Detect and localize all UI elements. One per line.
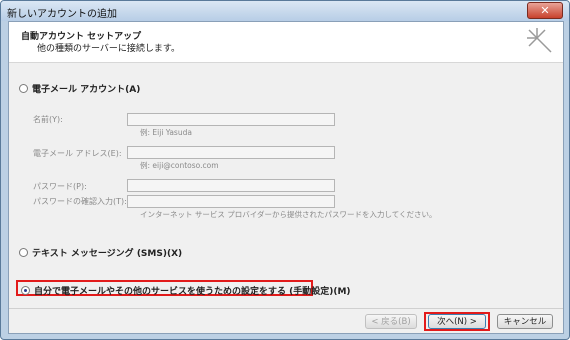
manual-setup-label: 自分で電子メールやその他のサービスを使うための設定をする (手動設定)(M): [34, 287, 351, 297]
wizard-sparkle-icon: [527, 28, 552, 53]
email-address-input[interactable]: [127, 146, 335, 159]
title-bar: 新しいアカウントの追加 ✕: [1, 1, 569, 21]
cancel-button[interactable]: キャンセル: [497, 314, 553, 329]
email-account-option[interactable]: 電子メール アカウント(A): [19, 82, 140, 95]
dialog-content: 自動アカウント セットアップ 他の種類のサーバーに接続します。 電子メール アカ…: [8, 21, 564, 334]
email-address-hint: 例: eiji@contoso.com: [140, 161, 219, 170]
password-hint: インターネット サービス プロバイダーから提供されたパスワードを入力してください…: [140, 210, 437, 219]
text-messaging-label: テキスト メッセージング (SMS)(X): [32, 249, 183, 259]
password-input[interactable]: [127, 179, 335, 192]
email-address-label: 電子メール アドレス(E):: [33, 149, 122, 158]
name-hint: 例: Eiji Yasuda: [140, 128, 192, 137]
email-account-label: 電子メール アカウント(A): [32, 85, 141, 95]
add-account-window: 新しいアカウントの追加 ✕ 自動アカウント セットアップ 他の種類のサーバーに接…: [0, 0, 570, 340]
window-title: 新しいアカウントの追加: [7, 9, 117, 20]
email-account-radio[interactable]: [19, 84, 28, 93]
password-label: パスワード(P):: [33, 182, 87, 191]
manual-setup-option[interactable]: 自分で電子メールやその他のサービスを使うための設定をする (手動設定)(M): [21, 284, 351, 297]
password-confirm-input[interactable]: [127, 195, 335, 208]
name-label: 名前(Y):: [33, 115, 63, 124]
close-button[interactable]: ✕: [527, 2, 563, 19]
next-button[interactable]: 次へ(N) >: [428, 314, 486, 329]
name-input[interactable]: [127, 113, 335, 126]
back-button[interactable]: < 戻る(B): [365, 314, 417, 329]
manual-setup-radio[interactable]: [21, 286, 30, 295]
password-confirm-label: パスワードの確認入力(T):: [33, 197, 127, 206]
text-messaging-radio[interactable]: [19, 248, 28, 257]
dialog-header: 自動アカウント セットアップ 他の種類のサーバーに接続します。: [9, 22, 563, 63]
footer-divider: [9, 308, 563, 309]
text-messaging-option[interactable]: テキスト メッセージング (SMS)(X): [19, 246, 182, 259]
header-subtitle: 他の種類のサーバーに接続します。: [37, 44, 181, 54]
